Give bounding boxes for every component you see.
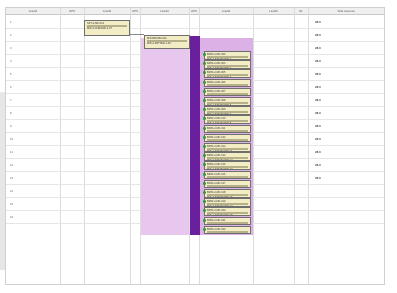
status-ok-icon (203, 80, 206, 84)
status-ok-icon (203, 126, 206, 130)
grid-vline (130, 8, 131, 284)
column-header: Line02 (102, 9, 112, 13)
row-label: 1 (10, 20, 12, 24)
row-label: 14 (10, 189, 14, 193)
job-block[interactable]: BMIS-2-MF-018 MIS-2-STANDARD-16 (204, 189, 251, 198)
grid-vline (60, 8, 61, 284)
status-ok-icon (203, 145, 206, 148)
grid-vline (308, 8, 309, 284)
row-total: 28.0 (315, 111, 321, 115)
job-subtitle: MIS-2-PATTER-1-40 (147, 42, 171, 45)
column-header: Line05 (269, 9, 278, 13)
row-label: 13 (10, 176, 14, 180)
status-ok-icon (203, 172, 206, 176)
row-total: 28.0 (315, 137, 321, 141)
row-label: 4 (10, 59, 12, 63)
job-block[interactable]: SPT-2-MF-001 MIS-2-CHRAND-1-37 (84, 20, 130, 36)
status-ok-icon (203, 218, 206, 222)
column-header-row: Line01 OPS Line02 OPS Line03 OPS Line04 Line05 D… (6, 8, 384, 15)
column-header: DL (299, 9, 303, 13)
job-block[interactable]: BMIS-2-MF-004 MIS-2-STANDARD-2 (204, 60, 251, 69)
column-header: Line03 (160, 9, 169, 13)
grid-vline (84, 8, 85, 284)
job-block[interactable]: BMIS-2-MF-003 MIS-2-STANDARD-1 (204, 51, 251, 60)
row-total: 28.0 (315, 59, 321, 63)
job-block[interactable]: BMIS-2-MF-009 MIS-2-STANDARD-7 (204, 106, 251, 115)
status-ok-icon (203, 99, 206, 102)
job-block[interactable]: BMIS-2-MF-022 MIS-2-STANDARD-20 (204, 225, 251, 235)
row-label: 11 (10, 150, 13, 154)
row-total: 28.0 (315, 98, 321, 102)
row-label: 16 (10, 215, 14, 219)
status-ok-icon (203, 53, 206, 56)
job-block[interactable]: BMIS-2-MF-013 MIS-2-STANDARD-11 (204, 143, 251, 152)
job-block[interactable]: BMIS-2-MF-008 MIS-2-STANDARD-6 (204, 97, 251, 106)
job-block[interactable]: BMIS-2-MF-011 MIS-2-STANDARD-9 (204, 124, 251, 134)
row-total: 28.0 (315, 46, 321, 50)
status-ok-icon (203, 181, 206, 185)
row-label: 7 (10, 98, 12, 102)
job-block[interactable]: BMIS-2-MF-014 MIS-2-STANDARD-12 (204, 152, 251, 161)
grid-hline (6, 28, 384, 29)
job-block[interactable]: BMIS-2-MF-012 MIS-2-STANDARD-10 (204, 133, 251, 143)
column-header: Total resource (337, 9, 355, 13)
row-label: 8 (10, 111, 12, 115)
row-label: 15 (10, 202, 14, 206)
grid-vline (253, 8, 254, 284)
job-block[interactable]: BMIS-2-MF-010 MIS-2-STANDARD-8 (204, 115, 251, 124)
job-connector (130, 34, 144, 35)
job-block[interactable]: BMIS-2-MF-007 MIS-2-STANDARD-5 (204, 87, 251, 97)
column-header: OPS (191, 9, 197, 13)
row-total: 28.0 (315, 33, 321, 37)
row-label: 3 (10, 46, 12, 50)
job-block[interactable]: BMIS-2-MF-020 MIS-2-STANDARD-18 (204, 207, 251, 216)
schedule-grid: Line01 OPS Line02 OPS Line03 OPS Line04 Line05 D… (5, 7, 385, 285)
column-header: Line04 (221, 9, 231, 13)
row-total: 28.0 (315, 124, 321, 128)
job-block[interactable]: BMIS-2-MF-015 MIS-2-STANDARD-13 (204, 161, 251, 170)
row-label: 5 (10, 72, 12, 76)
row-total: 28.0 (315, 163, 321, 167)
row-total: 28.0 (315, 72, 321, 76)
job-subtitle: MIS-2-STANDARD-20 (207, 232, 233, 235)
status-ok-icon (203, 227, 206, 231)
job-block[interactable]: BMIS-2-MF-017 MIS-2-STANDARD-15 (204, 179, 251, 189)
row-label: 6 (10, 85, 12, 89)
row-label: 12 (10, 163, 14, 167)
job-block[interactable]: BMIS-2-MF-005 MIS-2-STANDARD-3 (204, 69, 251, 78)
job-block[interactable]: BMIS-2-MF-006 MIS-2-STANDARD-4 (204, 78, 251, 88)
line03-shade (141, 38, 189, 235)
column-header: OPS (69, 9, 75, 13)
status-ok-icon (203, 191, 206, 194)
job-block[interactable]: BMIS-2-MF-019 MIS-2-STANDARD-17 (204, 198, 251, 207)
row-label: 2 (10, 33, 12, 37)
row-total: 28.0 (315, 20, 321, 24)
job-block[interactable]: MIS-BRAND-001 MIS-2-PATTER-1-40 (144, 35, 190, 49)
row-total: 28.0 (315, 150, 321, 154)
row-label: 9 (10, 124, 12, 128)
row-total: 28.0 (315, 85, 321, 89)
ops-bar (190, 36, 200, 235)
column-header: OPS (132, 9, 138, 13)
row-label: 10 (10, 137, 14, 141)
column-header: Line01 (28, 9, 38, 13)
job-block[interactable]: BMIS-2-MF-021 MIS-2-STANDARD-19 (204, 216, 251, 226)
grid-vline (294, 8, 295, 284)
row-total: 28.0 (315, 176, 321, 180)
status-ok-icon (203, 89, 206, 93)
job-subtitle: MIS-2-CHRAND-1-37 (87, 27, 112, 30)
job-block[interactable]: BMIS-2-MF-016 MIS-2-STANDARD-14 (204, 170, 251, 180)
status-ok-icon (203, 135, 206, 139)
